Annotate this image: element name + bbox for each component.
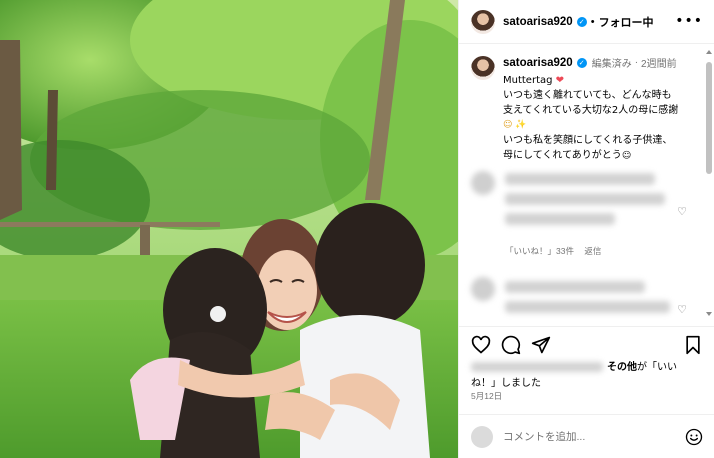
likes-text: が「いい	[637, 362, 677, 373]
verified-badge-icon: ✓	[576, 16, 587, 27]
heart-emoji-icon: ❤	[555, 75, 565, 86]
post-header: satoarisa920 ✓ • フォロー中 •••	[459, 0, 714, 44]
caption-line-text: 母にしてくれてありがとう	[503, 150, 622, 161]
comment-meta: 「いいね！」33件 返信	[505, 245, 609, 257]
blurred-comment-text	[505, 281, 645, 293]
following-button[interactable]: フォロー中	[599, 14, 654, 30]
smile-sparkle-emoji-icon: ☺ ✨	[503, 120, 527, 130]
add-comment-input[interactable]: コメントを追加...	[503, 429, 685, 444]
post-side-panel: satoarisa920 ✓ • フォロー中 ••• satoarisa920 …	[458, 0, 714, 458]
edited-label: 編集済み	[591, 59, 632, 70]
header-username[interactable]: satoarisa920	[503, 16, 573, 28]
comment-item[interactable]: ♡	[471, 277, 693, 323]
caption-body: satoarisa920 ✓ 編集済み · 2週間前 Muttertag ❤ い…	[503, 55, 697, 164]
verified-badge-icon: ✓	[576, 57, 587, 68]
caption-line: 支えてくれている大切な2人の母に感謝	[503, 105, 679, 116]
comment-avatar[interactable]	[471, 277, 495, 301]
blurred-liker-name[interactable]	[471, 362, 603, 373]
comment-item[interactable]: ♡ 「いいね！」33件 返信	[471, 171, 693, 261]
scrollbar[interactable]	[705, 48, 713, 318]
caption-line: いつも私を笑顔にしてくれる子供達、	[503, 135, 673, 146]
comments-scroll-area[interactable]: satoarisa920 ✓ 編集済み · 2週間前 Muttertag ❤ い…	[459, 45, 714, 323]
post-time[interactable]: 2週間前	[641, 55, 677, 70]
separator-dot: •	[590, 15, 595, 28]
likes-text-line2: ね！」しました	[471, 378, 541, 389]
scroll-down-arrow-icon[interactable]	[706, 312, 712, 316]
caption-avatar[interactable]	[471, 56, 495, 80]
post-date[interactable]: 5月12日	[471, 390, 502, 402]
blurred-comment-text	[505, 213, 615, 225]
comment-icon[interactable]	[501, 335, 521, 355]
comment-heart-icon[interactable]: ♡	[677, 303, 687, 316]
separator-dot: ·	[634, 57, 639, 68]
current-user-avatar	[471, 425, 493, 448]
caption-line: Muttertag ❤	[503, 73, 697, 88]
caption-line-text: Muttertag	[503, 75, 553, 86]
blurred-comment-text	[505, 301, 670, 313]
caption-header: satoarisa920 ✓ 編集済み · 2週間前	[503, 55, 697, 71]
smile-icon[interactable]	[685, 428, 703, 446]
likes-summary: その他が「いい ね！」しました	[471, 360, 701, 392]
caption-line: 母にしてくれてありがとう☺	[503, 148, 697, 164]
avatar[interactable]	[471, 9, 495, 34]
likes-others-link[interactable]: その他	[607, 362, 637, 373]
smile-emoji-icon: ☺	[621, 151, 632, 161]
blurred-comment-text	[505, 173, 655, 185]
add-comment-bar: コメントを追加...	[459, 414, 714, 458]
post-photo-image	[0, 0, 458, 458]
post-photo[interactable]	[0, 0, 458, 458]
comment-likes-count[interactable]: 「いいね！」33件	[505, 246, 574, 256]
reply-button[interactable]: 返信	[584, 246, 601, 256]
blurred-comment-text	[505, 193, 665, 205]
caption-username[interactable]: satoarisa920	[503, 57, 573, 69]
scrollbar-thumb[interactable]	[706, 62, 712, 174]
share-icon[interactable]	[531, 335, 551, 355]
comment-heart-icon[interactable]: ♡	[677, 205, 687, 218]
caption-text: Muttertag ❤ いつも遠く離れていても、どんな時も 支えてくれている大切…	[503, 73, 697, 164]
scroll-up-arrow-icon[interactable]	[706, 50, 712, 54]
post-actions-bar	[459, 326, 714, 362]
post-caption: satoarisa920 ✓ 編集済み · 2週間前 Muttertag ❤ い…	[471, 55, 697, 164]
comment-avatar[interactable]	[471, 171, 495, 195]
caption-line: いつも遠く離れていても、どんな時も	[503, 90, 672, 101]
bookmark-icon[interactable]	[683, 335, 703, 355]
heart-icon[interactable]	[471, 335, 491, 355]
more-icon[interactable]: •••	[675, 14, 703, 28]
